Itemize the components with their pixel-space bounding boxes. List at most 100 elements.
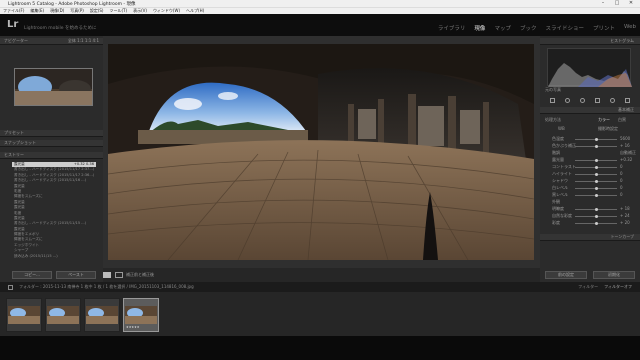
adjust-value[interactable]: +0.32 [620, 157, 632, 162]
adjust-slider[interactable] [575, 187, 617, 190]
basic-header[interactable]: 基本補正 [540, 107, 640, 114]
filmstrip-thumb[interactable] [6, 298, 42, 332]
loupe-view-icon[interactable] [103, 272, 111, 278]
adjust-slider[interactable] [575, 215, 617, 218]
adjust-value[interactable]: + 16 [620, 143, 630, 148]
before-after-icon[interactable] [115, 272, 123, 278]
filter-label: フィルター [578, 284, 599, 289]
adjust-label: 色かぶり補正 [552, 143, 576, 148]
snapshots-header[interactable]: スナップショット [0, 140, 103, 147]
module-web[interactable]: Web [624, 24, 636, 32]
navigator-preview[interactable] [14, 68, 93, 106]
histogram[interactable] [547, 48, 632, 87]
adjustment-brush-icon[interactable] [625, 97, 630, 103]
slider-knob[interactable] [595, 194, 598, 197]
histogram-header[interactable]: ヒストグラム [540, 38, 640, 45]
history-item-label: 書き出し - ハードディスク (2015/11/15 ...) [14, 221, 87, 226]
histogram-title: ヒストグラム [610, 38, 634, 43]
filmstrip-thumb[interactable] [45, 298, 81, 332]
adjust-slider[interactable] [575, 222, 617, 225]
navigator-zoom-modes[interactable]: 全体 1:1 1:1 4:1 [68, 38, 99, 44]
copy-button[interactable]: コピー... [12, 271, 52, 279]
slider-knob[interactable] [595, 222, 598, 225]
snapshots-title: スナップショット [4, 140, 36, 145]
title-bar: Lightroom 5 Catalog - Adobe Photoshop Li… [0, 0, 640, 7]
mobile-message[interactable]: Lightroom mobile を始めるために [24, 25, 97, 31]
adjust-slider[interactable] [575, 180, 617, 183]
history-item-label: 読み込み (2015/11/15 ...) [14, 253, 58, 258]
adjust-value[interactable]: + 24 [620, 213, 630, 218]
slider-knob[interactable] [595, 187, 598, 190]
develop-toolbar: 補正前と補正後 [103, 268, 540, 282]
adjust-label: 黒レベル [552, 192, 568, 197]
adjust-slider[interactable] [575, 194, 617, 197]
slider-knob[interactable] [595, 159, 598, 162]
tonecurve-header[interactable]: トーンカーブ [540, 234, 640, 241]
treatment-bw[interactable]: 白黒 [618, 117, 626, 123]
module-library[interactable]: ライブラリ [438, 24, 466, 32]
adjust-value[interactable]: + 18 [620, 206, 630, 211]
adjust-value[interactable]: 自動補正 [620, 150, 636, 156]
module-map[interactable]: マップ [494, 24, 511, 32]
previous-settings-button[interactable]: 前の設定 [545, 271, 587, 279]
adjust-label: 外観 [552, 199, 560, 204]
slider-knob[interactable] [595, 208, 598, 211]
filmstrip-grid-icon[interactable] [8, 284, 13, 290]
history-item[interactable]: 読み込み (2015/11/15 ...) [12, 254, 96, 259]
wb-label: WB [558, 126, 565, 131]
photo-canvas[interactable] [108, 44, 534, 260]
filmstrip-thumb[interactable]: ★★★★★ [123, 298, 159, 332]
graduated-filter-icon[interactable] [595, 97, 600, 103]
module-print[interactable]: プリント [593, 24, 615, 32]
slider-knob[interactable] [595, 166, 598, 169]
adjust-value[interactable]: 5600 [620, 136, 630, 141]
red-eye-icon[interactable] [580, 97, 585, 103]
adjust-slider[interactable] [575, 138, 617, 141]
minimize-button[interactable]: – [596, 0, 610, 7]
paste-button[interactable]: ペースト [56, 271, 96, 279]
thumb-image [86, 306, 118, 324]
adjust-label: シャドウ [552, 178, 568, 183]
slider-knob[interactable] [595, 173, 598, 176]
filter-select[interactable]: フィルターオフ [604, 284, 632, 290]
slider-knob[interactable] [595, 145, 598, 148]
maximize-button[interactable]: □ [610, 0, 624, 7]
navigator-header[interactable]: ナビゲーター 全体 1:1 1:1 4:1 [0, 38, 103, 45]
adjust-label: 階調 [552, 150, 560, 155]
left-panel-buttons: コピー... ペースト [12, 271, 96, 279]
adjust-value[interactable]: 0 [620, 164, 623, 169]
radial-filter-icon[interactable] [610, 97, 615, 103]
adjust-label: 色温度 [552, 136, 564, 141]
adjust-label: 明瞭度 [552, 206, 564, 211]
adjust-label: 彩度 [552, 220, 560, 225]
history-title: ヒストリー [4, 152, 24, 157]
wb-value[interactable]: 撮影時設定 [598, 126, 618, 132]
module-develop[interactable]: 現像 [474, 24, 485, 32]
filmstrip-thumb[interactable] [84, 298, 120, 332]
slider-knob[interactable] [595, 180, 598, 183]
module-book[interactable]: ブック [520, 24, 537, 32]
adjust-slider[interactable] [575, 166, 617, 169]
adjust-value[interactable]: + 20 [620, 220, 630, 225]
thumb-image [8, 306, 40, 324]
adjust-slider[interactable] [575, 173, 617, 176]
spot-removal-icon[interactable] [565, 97, 570, 103]
module-slideshow[interactable]: スライドショー [545, 24, 584, 32]
rating-stars[interactable]: ★★★★★ [126, 325, 139, 329]
adjust-value[interactable]: 0 [620, 192, 623, 197]
reset-button[interactable]: 初期化 [593, 271, 635, 279]
before-after-label[interactable]: 補正前と補正後 [126, 272, 154, 278]
close-button[interactable]: ✕ [624, 0, 638, 7]
slider-knob[interactable] [595, 138, 598, 141]
history-header[interactable]: ヒストリー [0, 152, 103, 159]
treatment-color[interactable]: カラー [598, 117, 610, 123]
presets-header[interactable]: プリセット [0, 130, 103, 137]
crop-icon[interactable] [550, 97, 555, 103]
slider-knob[interactable] [595, 215, 598, 218]
adjust-value[interactable]: 0 [620, 178, 623, 183]
adjust-slider[interactable] [575, 145, 617, 148]
adjust-value[interactable]: 0 [620, 185, 623, 190]
adjust-slider[interactable] [575, 159, 617, 162]
adjust-slider[interactable] [575, 208, 617, 211]
adjust-value[interactable]: 0 [620, 171, 623, 176]
